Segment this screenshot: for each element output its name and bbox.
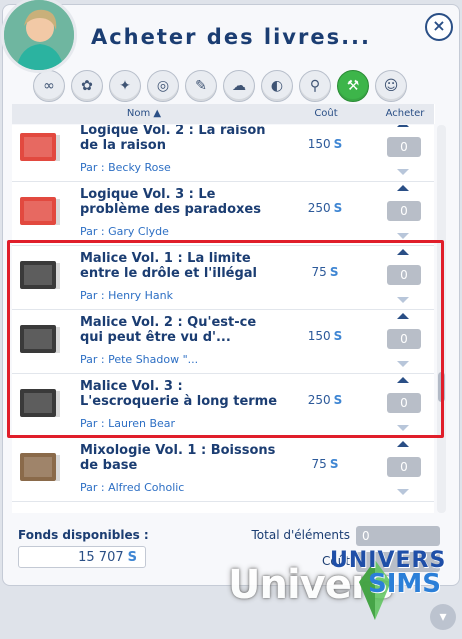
book-cost: 250 S	[280, 201, 370, 215]
hammer-icon: ⚒	[346, 78, 360, 94]
logo-line-2: SIMS	[368, 569, 441, 599]
list-header: Nom ▲ Coût Acheter	[12, 104, 435, 124]
book-title: Logique Vol. 3 : Le problème des paradox…	[80, 187, 261, 217]
cloud-icon: ☁	[232, 78, 246, 94]
filter-magnifier[interactable]: ⚲	[299, 70, 331, 102]
column-cost-label: Coût	[314, 108, 338, 119]
highlight-box	[7, 240, 444, 438]
quantity-stepper: 0	[385, 183, 425, 241]
filter-smiley[interactable]: ☺	[375, 70, 407, 102]
filter-cloud[interactable]: ☁	[223, 70, 255, 102]
sort-ascending-icon: ▲	[153, 108, 162, 119]
increase-arrow-icon[interactable]	[397, 441, 409, 447]
book-row[interactable]: Logique Vol. 3 : Le problème des paradox…	[12, 181, 434, 246]
total-items-value: 0	[356, 526, 440, 546]
book-icon	[20, 453, 60, 481]
book-title: Mixologie Vol. 1 : Boissons de base	[80, 443, 276, 473]
filter-planet[interactable]: ◐	[261, 70, 293, 102]
quantity-value[interactable]: 0	[387, 137, 421, 157]
simoleon-icon: S	[333, 137, 343, 151]
funds-amount: 15 707	[78, 550, 124, 565]
cost-amount: 150	[307, 137, 331, 151]
total-items-label: Total d'éléments	[251, 528, 351, 542]
book-row[interactable]: Logique Vol. 2 : La raison de la raison P…	[12, 125, 434, 182]
quantity-value[interactable]: 0	[387, 201, 421, 221]
quantity-stepper: 0	[385, 125, 425, 177]
column-header-cost[interactable]: Coût	[276, 104, 377, 124]
category-filter-bar: ∞ ✿ ✦ ◎ ✎ ☁ ◐ ⚲ ⚒ ☺	[33, 70, 407, 102]
increase-arrow-icon[interactable]	[397, 185, 409, 191]
increase-arrow-icon[interactable]	[397, 125, 409, 127]
simoleon-icon: S	[329, 457, 339, 471]
close-button[interactable]: ×	[425, 13, 453, 41]
filter-baby[interactable]: ✿	[71, 70, 103, 102]
column-header-buy[interactable]: Acheter	[376, 104, 435, 124]
sim-portrait	[1, 0, 77, 73]
simoleon-icon: S	[333, 201, 343, 215]
decrease-arrow-icon[interactable]	[397, 169, 409, 175]
book-row[interactable]: Mixologie Vol. 1 : Boissons de base Par :…	[12, 437, 434, 502]
filter-wand[interactable]: ✦	[109, 70, 141, 102]
cost-amount: 75	[311, 457, 327, 471]
funds-label: Fonds disponibles :	[18, 528, 149, 542]
book-author: Par : Alfred Coholic	[80, 481, 185, 494]
planet-icon: ◐	[270, 78, 284, 94]
magnifier-icon: ⚲	[309, 78, 321, 94]
baby-icon: ✿	[81, 78, 93, 94]
book-title: Logique Vol. 2 : La raison de la raison	[80, 125, 266, 153]
quantity-stepper: 0	[385, 439, 425, 497]
smiley-icon: ☺	[383, 78, 399, 94]
cost-amount: 250	[307, 201, 331, 215]
filter-feather[interactable]: ✎	[185, 70, 217, 102]
quantity-value[interactable]: 0	[387, 457, 421, 477]
book-icon	[20, 197, 60, 225]
column-header-name[interactable]: Nom ▲	[12, 104, 277, 124]
chevron-down-icon: ▾	[439, 609, 447, 625]
column-buy-label: Acheter	[385, 108, 425, 119]
decrease-arrow-icon[interactable]	[397, 233, 409, 239]
decrease-arrow-icon[interactable]	[397, 489, 409, 495]
funds-value: 15 707 S	[18, 546, 146, 568]
filter-infinity[interactable]: ∞	[33, 70, 65, 102]
book-cost: 150 S	[280, 137, 370, 151]
book-cost: 75 S	[280, 457, 370, 471]
feather-icon: ✎	[195, 78, 207, 94]
wand-icon: ✦	[119, 78, 131, 94]
close-icon: ×	[432, 16, 446, 35]
simoleon-icon: S	[127, 550, 137, 565]
book-author: Par : Becky Rose	[80, 161, 171, 174]
book-icon	[20, 133, 60, 161]
filter-glasses[interactable]: ◎	[147, 70, 179, 102]
glasses-icon: ◎	[156, 78, 170, 94]
universims-logo: UNIVERS SIMS	[330, 548, 458, 608]
filter-hammer[interactable]: ⚒	[337, 70, 369, 102]
book-author: Par : Gary Clyde	[80, 225, 169, 238]
infinity-icon: ∞	[43, 78, 55, 94]
column-name-label: Nom	[126, 108, 151, 119]
